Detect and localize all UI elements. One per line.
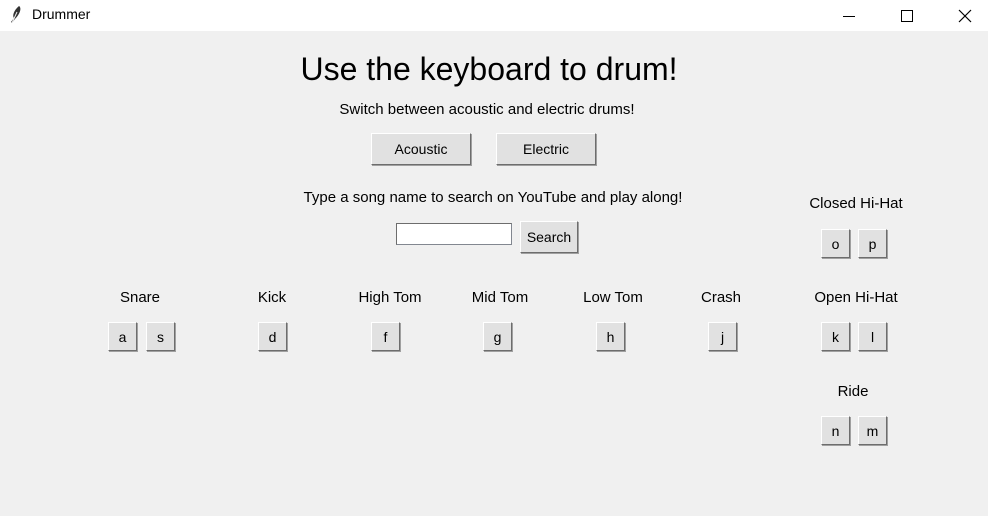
maximize-icon	[901, 9, 913, 22]
ride-key-n[interactable]: n	[821, 416, 850, 445]
window-title: Drummer	[32, 6, 91, 22]
search-prompt: Type a song name to search on YouTube an…	[303, 189, 683, 206]
low-tom-key-h[interactable]: h	[596, 322, 625, 351]
open-hihat-key-k[interactable]: k	[821, 322, 850, 351]
crash-key-j[interactable]: j	[708, 322, 737, 351]
low-tom-label: Low Tom	[583, 289, 643, 306]
close-button[interactable]	[942, 0, 988, 31]
kick-key-d[interactable]: d	[258, 322, 287, 351]
close-icon	[958, 9, 972, 22]
minimize-icon	[843, 15, 855, 17]
kick-label: Kick	[257, 289, 287, 306]
search-button[interactable]: Search	[520, 221, 578, 253]
snare-key-a[interactable]: a	[108, 322, 137, 351]
closed-hihat-label: Closed Hi-Hat	[809, 195, 903, 212]
kit-switch-hint: Switch between acoustic and electric dru…	[339, 101, 635, 118]
snare-key-s[interactable]: s	[146, 322, 175, 351]
snare-label: Snare	[119, 289, 161, 306]
title-bar: Drummer	[0, 0, 988, 31]
drummer-panel: Use the keyboard to drum! Switch between…	[0, 31, 988, 516]
song-search-input[interactable]	[396, 223, 512, 245]
high-tom-key-f[interactable]: f	[371, 322, 400, 351]
open-hihat-label: Open Hi-Hat	[814, 289, 898, 306]
mid-tom-label: Mid Tom	[471, 289, 529, 306]
closed-hihat-key-o[interactable]: o	[821, 229, 850, 258]
feather-icon	[8, 5, 24, 25]
crash-label: Crash	[700, 289, 742, 306]
maximize-button[interactable]	[884, 0, 930, 31]
closed-hihat-key-p[interactable]: p	[858, 229, 887, 258]
minimize-button[interactable]	[826, 0, 872, 31]
open-hihat-key-l[interactable]: l	[858, 322, 887, 351]
electric-button[interactable]: Electric	[496, 133, 596, 165]
ride-key-m[interactable]: m	[858, 416, 887, 445]
ride-label: Ride	[837, 383, 869, 400]
high-tom-label: High Tom	[358, 289, 422, 306]
page-title: Use the keyboard to drum!	[300, 51, 678, 87]
acoustic-button[interactable]: Acoustic	[371, 133, 471, 165]
mid-tom-key-g[interactable]: g	[483, 322, 512, 351]
